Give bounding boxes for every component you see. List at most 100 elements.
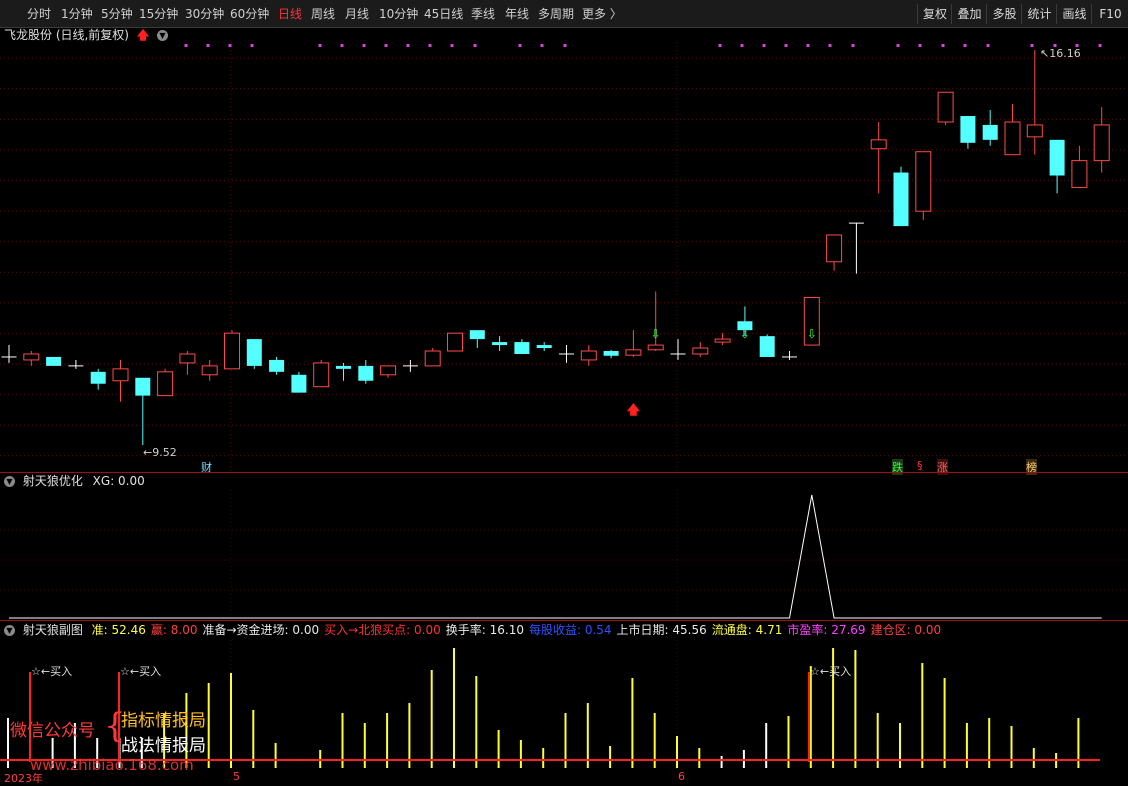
event-label-section[interactable]: § — [917, 459, 923, 472]
axis-month-label: 6 — [678, 770, 685, 783]
signal-dot — [986, 44, 990, 47]
candle — [559, 345, 574, 363]
candle — [424, 348, 441, 367]
candle — [201, 359, 218, 381]
signal-dot — [384, 44, 388, 47]
signal-dot — [762, 44, 766, 47]
signal-dot — [851, 44, 855, 47]
sell-arrow-icon: ⇩ — [807, 327, 817, 341]
candle — [68, 359, 84, 369]
axis-year-label: 2023年 — [4, 772, 43, 785]
candle — [402, 359, 418, 372]
xg-panel-title: 射天狼优化 — [22, 474, 83, 488]
high-price-label: ↖16.16 — [1040, 47, 1081, 60]
grid-lines — [0, 42, 1128, 770]
xg-panel-header: ▼ 射天狼优化 XG: 0.00 — [0, 473, 1128, 490]
signal-dot — [718, 44, 722, 47]
sell-arrow-icon: ⇩ — [740, 327, 750, 341]
candle — [336, 362, 351, 381]
kline-chart: ⇩ ⇩ ⇩ 🡅 — [0, 42, 1128, 770]
xg-value: XG: 0.00 — [92, 474, 145, 488]
signal-dot — [518, 44, 522, 47]
candlestick-series — [1, 50, 1110, 445]
candle — [692, 342, 709, 357]
candle — [246, 339, 262, 369]
sub-indicator-item: 买入→北狼买点: 0.00 — [324, 623, 441, 637]
sub-panel-header: ▼ 射天狼副图 准: 52.46 赢: 8.00 准备→资金进场: 0.00 买入→北… — [0, 622, 1128, 639]
candle — [514, 339, 530, 354]
candle — [960, 116, 976, 149]
sub-indicator-item: 每股收益: 0.54 — [528, 623, 612, 637]
candle — [90, 368, 106, 390]
sub-indicator-item: 准备→资金进场: 0.00 — [202, 623, 320, 637]
signal-dot — [918, 44, 922, 47]
axis-month-label: 5 — [233, 770, 240, 783]
candle — [536, 342, 552, 352]
candle — [714, 333, 731, 346]
buy-arrow-icon: 🡅 — [627, 403, 641, 418]
candle — [870, 121, 887, 194]
watermark-url: www.zhibiao.168.com — [30, 756, 194, 774]
candle — [1049, 139, 1065, 194]
watermark-line1: 指标情报局 — [121, 711, 206, 731]
signal-dot — [250, 44, 254, 47]
candle — [157, 368, 174, 397]
sub-indicator-item: 建仓区: 0.00 — [870, 623, 942, 637]
candle — [625, 330, 642, 357]
signal-dot — [406, 44, 410, 47]
watermark-line2: 战法情报局 — [121, 736, 206, 756]
candle — [1004, 104, 1021, 156]
signal-dot — [828, 44, 832, 47]
sub-indicator-item: 换手率: 16.10 — [445, 623, 524, 637]
sell-arrow-icon: ⇩ — [651, 327, 661, 341]
signal-dot — [1030, 44, 1034, 47]
candle — [915, 151, 932, 221]
candle — [647, 291, 664, 352]
candle — [224, 330, 240, 370]
sub-indicator-item: 市盈率: 27.69 — [787, 623, 866, 637]
candle — [893, 166, 909, 227]
candle — [269, 356, 285, 375]
chevron-down-icon[interactable]: ▼ — [4, 476, 15, 487]
candle — [937, 91, 954, 125]
signal-dot — [740, 44, 744, 47]
signal-dot — [340, 44, 344, 47]
watermark-wechat: 微信公众号 — [10, 721, 95, 741]
signal-dot — [362, 44, 366, 47]
signal-marks: ⇩ ⇩ ⇩ 🡅 — [184, 44, 1102, 418]
xg-series — [9, 494, 1102, 619]
sub-indicator-item: 流通盘: 4.71 — [711, 623, 783, 637]
candle — [1026, 50, 1043, 155]
low-price-label: ←9.52 — [143, 446, 177, 459]
candle — [670, 339, 686, 360]
signal-dot — [941, 44, 945, 47]
candle — [380, 365, 397, 378]
panel-divider — [0, 620, 1128, 621]
signal-dot — [206, 44, 210, 47]
candle — [603, 349, 619, 359]
candle — [135, 377, 151, 445]
candle — [313, 359, 330, 388]
candle — [580, 345, 597, 366]
signal-dot — [184, 44, 188, 47]
candle — [982, 110, 998, 146]
signal-dot — [563, 44, 567, 47]
signal-dot — [318, 44, 322, 47]
signal-dot — [1098, 44, 1102, 47]
signal-dot — [540, 44, 544, 47]
signal-dot — [806, 44, 810, 47]
candle — [782, 351, 797, 360]
candle — [826, 234, 843, 271]
buy-marker: ☆←买入 — [120, 665, 162, 678]
signal-dot — [228, 44, 232, 47]
signal-dot — [963, 44, 967, 47]
candle — [469, 330, 485, 349]
candle — [848, 222, 864, 274]
candle — [1093, 107, 1110, 173]
sub-indicator-item: 准: 52.46 — [91, 623, 146, 637]
chevron-down-icon[interactable]: ▼ — [4, 625, 15, 636]
candle — [112, 359, 129, 402]
buy-marker: ☆←买入 — [31, 665, 73, 678]
signal-dot — [473, 44, 477, 47]
buy-marker: ☆←买入 — [810, 665, 852, 678]
